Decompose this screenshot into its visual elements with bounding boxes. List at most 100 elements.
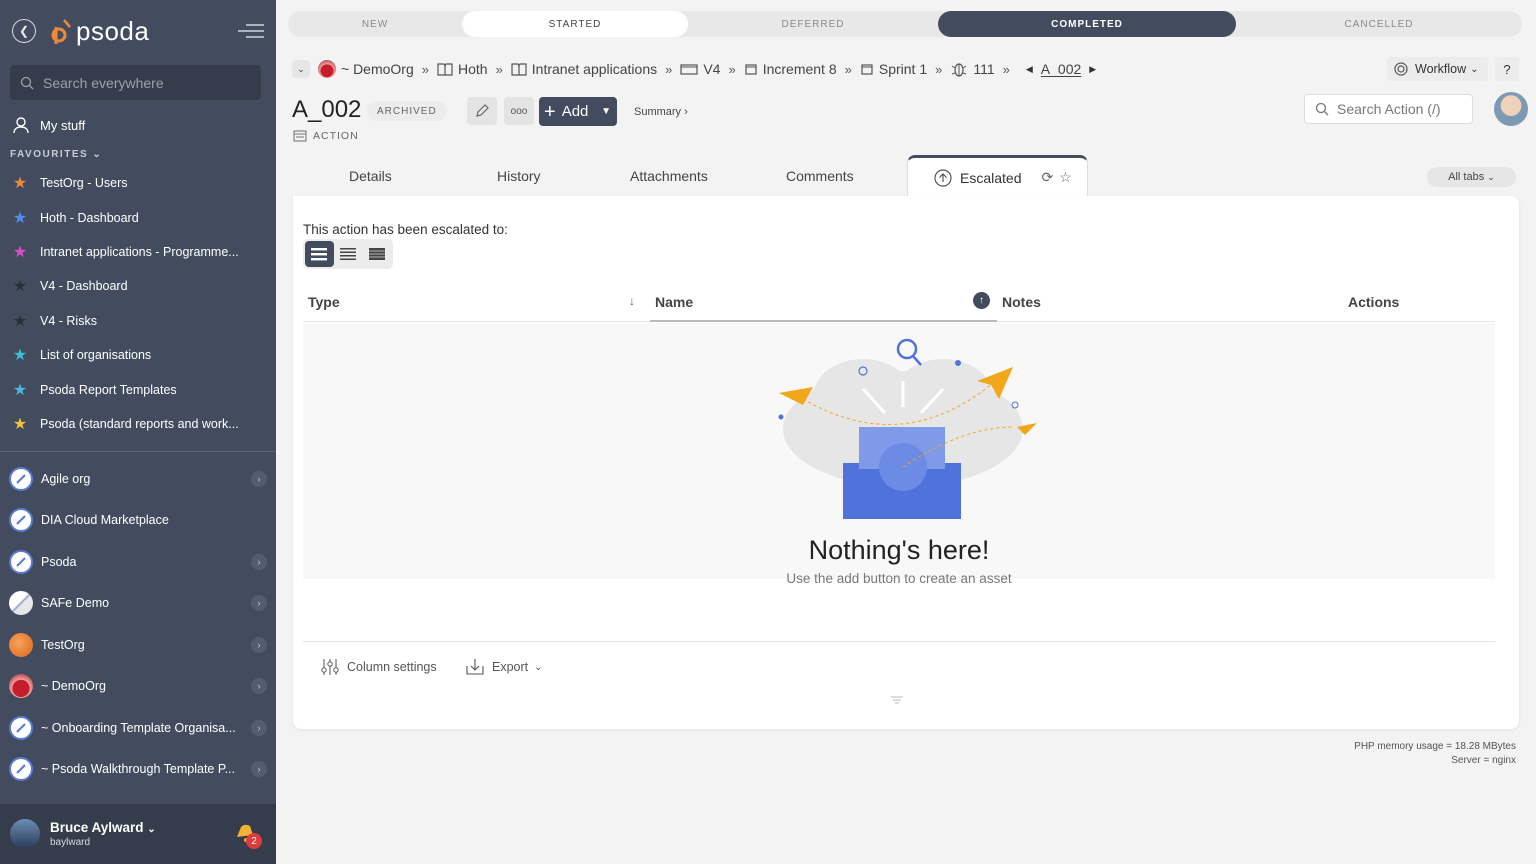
organisation-item[interactable]: ~ DemoOrg › [0,666,276,708]
column-settings-button[interactable]: Column settings [320,658,437,676]
chevron-right-icon[interactable]: › [251,761,267,778]
workflow-button[interactable]: Workflow ⌄ [1387,57,1488,81]
tab-details[interactable]: Details [349,168,392,184]
notifications-bell[interactable]: 2 [232,821,262,849]
organisation-item[interactable]: DIA Cloud Marketplace [0,500,276,542]
user-avatar[interactable] [10,819,40,849]
back-icon[interactable]: ❮ [12,19,36,43]
all-tabs-button[interactable]: All tabs ⌄ [1427,167,1516,187]
action-icon [293,130,307,142]
status-completed[interactable]: COMPLETED [938,11,1236,37]
breadcrumb-increment-label: Increment 8 [762,61,837,77]
favourite-item[interactable]: ★ Intranet applications - Programme... [0,235,276,269]
column-actions[interactable]: Actions [1348,294,1399,310]
psoda-org-icon [9,715,33,740]
psoda-logo-icon [51,19,71,44]
breadcrumb-increment[interactable]: Increment 8 [744,61,837,77]
organisation-label: Agile org [41,471,91,486]
resize-handle-icon[interactable] [891,696,903,704]
star-icon[interactable]: ☆ [1059,169,1072,186]
all-tabs-label: All tabs [1448,171,1485,183]
favourites-header[interactable]: FAVOURITES ⌄ [0,145,276,166]
next-sibling-icon[interactable]: ▶ [1089,64,1096,75]
archived-badge: ARCHIVED [367,101,447,121]
psoda-org-icon [9,508,33,533]
star-icon: ★ [12,175,28,193]
tab-history[interactable]: History [497,168,541,184]
chevron-right-icon[interactable]: › [251,595,267,612]
sort-arrow-icon[interactable]: ↓ [629,294,635,308]
breadcrumb-v4[interactable]: V4 [680,61,720,77]
organisation-item[interactable]: Psoda › [0,541,276,583]
edit-button[interactable] [467,97,497,125]
breadcrumb-separator: » [665,61,673,77]
favourite-item[interactable]: ★ Psoda Report Templates [0,372,276,406]
status-started[interactable]: STARTED [462,11,688,37]
organisation-label: ~ Psoda Walkthrough Template P... [41,762,235,777]
empty-state-title: Nothing's here! [808,535,990,565]
export-button[interactable]: Export ⌄ [465,658,543,676]
sort-ascending-icon[interactable]: ↑ [973,292,990,309]
tab-escalated[interactable]: Escalated ⟳ ☆ [907,155,1088,197]
breadcrumb-111[interactable]: 111 [950,60,995,78]
my-stuff-link[interactable]: My stuff [0,105,276,145]
column-type[interactable]: Type [308,294,340,310]
plus-icon: + [544,100,556,123]
organisation-item[interactable]: Agile org › [0,458,276,500]
chevron-down-icon[interactable]: ▼ [601,106,611,117]
summary-link[interactable]: Summary › [634,106,688,118]
user-panel[interactable]: Bruce Aylward ⌄ baylward 2 [0,804,276,864]
tab-attachments[interactable]: Attachments [630,168,708,184]
breadcrumb-dropdown-icon[interactable]: ⌄ [292,60,310,78]
chevron-right-icon[interactable]: › [251,678,267,695]
organisation-item[interactable]: SAFe Demo › [0,583,276,625]
breadcrumb-hoth[interactable]: Hoth [437,61,488,77]
star-icon: ★ [12,278,28,296]
help-button[interactable]: ? [1495,57,1519,81]
workflow-label: Workflow [1415,62,1467,76]
favourite-item[interactable]: ★ List of organisations [0,338,276,372]
add-button[interactable]: + Add ▼ [539,97,617,126]
demoorg-org-icon [9,674,33,699]
breadcrumb-current[interactable]: A_002 [1041,61,1081,77]
refresh-icon[interactable]: ⟳ [1041,169,1053,186]
organisation-item[interactable]: TestOrg › [0,624,276,666]
server-name: Server = nginx [1451,755,1516,766]
favourite-item[interactable]: ★ Psoda (standard reports and work... [0,407,276,441]
density-compact-button[interactable] [362,241,391,267]
chevron-right-icon[interactable]: › [251,470,267,487]
tab-comments[interactable]: Comments [786,168,854,184]
column-notes[interactable]: Notes [1002,294,1041,310]
breadcrumb-sprint[interactable]: Sprint 1 [860,61,927,77]
status-cancelled[interactable]: CANCELLED [1236,11,1522,37]
sidebar-search-input[interactable]: Search everywhere [10,65,261,100]
organisation-item[interactable]: ~ Onboarding Template Organisa... › [0,707,276,749]
chevron-right-icon[interactable]: › [251,553,267,570]
download-icon [466,659,484,675]
breadcrumb-sprint-label: Sprint 1 [878,61,928,77]
previous-sibling-icon[interactable]: ◀ [1026,64,1033,75]
status-deferred[interactable]: DEFERRED [688,11,938,37]
collapse-menu-icon[interactable] [238,22,264,40]
chevron-right-icon[interactable]: › [251,719,267,736]
favourite-item[interactable]: ★ V4 - Dashboard [0,269,276,303]
more-options-button[interactable]: ooo [504,97,534,125]
density-comfortable-button[interactable] [305,241,334,267]
search-action-input[interactable]: Search Action (/) [1304,94,1473,124]
breadcrumb-org[interactable]: ~ DemoOrg [318,60,414,78]
organisation-item[interactable]: ~ Psoda Walkthrough Template P... › [0,749,276,791]
favourite-item[interactable]: ★ TestOrg - Users [0,166,276,200]
column-name[interactable]: Name [655,294,693,310]
chevron-right-icon[interactable]: › [251,636,267,653]
organisation-label: TestOrg [41,637,85,652]
density-standard-button[interactable] [334,241,363,267]
favourite-item[interactable]: ★ V4 - Risks [0,304,276,338]
favourite-item[interactable]: ★ Hoth - Dashboard [0,200,276,234]
user-name[interactable]: Bruce Aylward ⌄ [50,820,156,835]
status-new[interactable]: NEW [288,11,462,37]
psoda-org-icon [9,549,33,574]
escalated-intro: This action has been escalated to: [303,222,508,237]
breadcrumb-intranet[interactable]: Intranet applications [511,61,657,77]
psoda-logo[interactable]: psoda [50,16,149,47]
user-avatar-top[interactable] [1494,92,1528,126]
